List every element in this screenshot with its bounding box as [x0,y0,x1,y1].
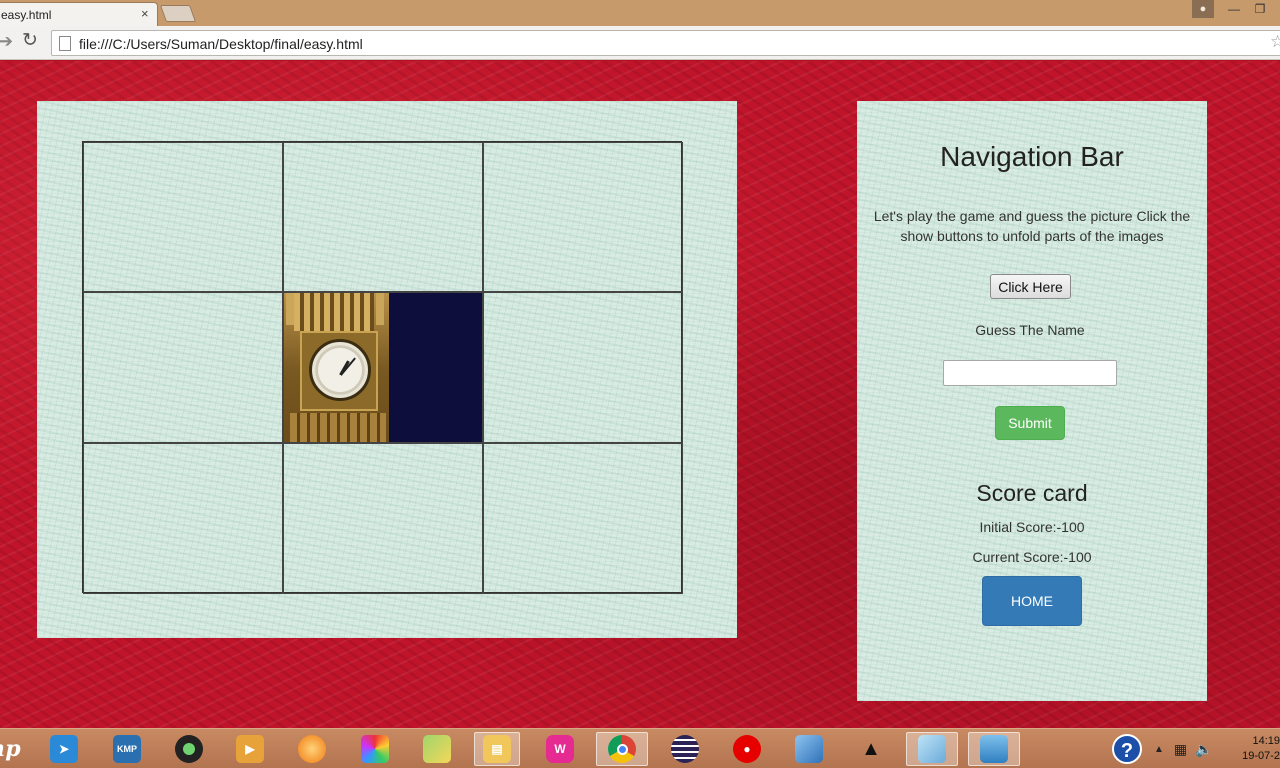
guess-name-input[interactable] [943,360,1117,386]
grid-cell-r3-c3[interactable] [483,443,683,594]
click-here-button[interactable]: Click Here [990,274,1071,299]
grid-cell-r2-c1[interactable] [83,292,283,443]
kmp-player-icon[interactable]: KMP [108,732,146,766]
virtualbox-icon[interactable] [790,732,828,766]
taskbar: hp ➤ KMP ▶ ▤ W ● ▲ [0,728,1280,768]
tab-title: easy.html [1,8,52,22]
profile-icon[interactable]: ● [1192,0,1214,18]
vodafone-icon[interactable]: ● [728,732,766,766]
reload-icon[interactable]: ↻ [22,29,38,52]
network-icon[interactable]: ▦ [1174,741,1187,758]
grid-cell-r1-c2[interactable] [283,142,483,292]
colorful-grid-app-icon[interactable] [356,732,394,766]
orange-orb-icon[interactable] [293,732,331,766]
notepad-icon[interactable] [906,732,958,766]
hp-start-icon[interactable]: hp [0,732,21,766]
forward-icon[interactable]: ➔ [0,31,13,52]
new-tab-button[interactable] [159,5,197,22]
url-text[interactable]: file:///C:/Users/Suman/Desktop/final/eas… [79,36,363,52]
clock-date: 19-07-2 [1242,750,1280,762]
eclipse-icon[interactable] [666,732,704,766]
grid-cell-r2-c2[interactable] [283,292,483,443]
grid-cell-r1-c3[interactable] [483,142,683,292]
media-player-icon[interactable]: ▶ [231,732,269,766]
grid-cell-r1-c1[interactable] [83,142,283,292]
system-tray: ? ▲ ▦ 🔈 [1112,729,1213,768]
home-button[interactable]: HOME [982,576,1082,626]
guess-label: Guess The Name [975,322,1085,338]
clock-face [309,339,371,401]
rocket-app-icon[interactable]: ➤ [45,732,83,766]
volume-icon[interactable]: 🔈 [1195,741,1212,758]
grid-cell-r3-c1[interactable] [83,443,283,594]
clock-time: 14:19 [1252,735,1280,747]
start-logo-text: hp [0,736,21,762]
initial-score: Initial Score:-100 [979,519,1085,535]
grid-cell-r2-c3[interactable] [483,292,683,443]
current-score: Current Score:-100 [972,549,1092,565]
page-icon [59,36,71,51]
file-explorer-icon[interactable]: ▤ [474,732,520,766]
webcam-icon[interactable] [170,732,208,766]
nav-description: Let's play the game and guess the pictur… [873,208,1191,244]
restore-icon[interactable]: ❐ [1248,1,1272,17]
navigation-panel: Navigation Bar Let's play the game and g… [857,101,1207,701]
notes-folders-icon[interactable] [418,732,456,766]
minimize-icon[interactable]: — [1222,1,1246,17]
puzzle-grid [82,141,683,594]
big-ben-clock-tower-icon [284,293,389,442]
submit-button[interactable]: Submit [995,406,1065,440]
help-icon[interactable]: ? [1112,734,1142,764]
tray-clock[interactable]: 14:19 19-07-2 [1238,734,1280,764]
tab-close-icon[interactable]: × [141,6,149,21]
photos-app-icon[interactable] [968,732,1020,766]
tray-expand-icon[interactable]: ▲ [1154,744,1164,755]
address-bar[interactable]: file:///C:/Users/Suman/Desktop/final/eas… [51,30,1280,56]
penguin-app-icon[interactable]: ▲ [852,732,890,766]
browser-titlebar: easy.html × ● — ❐ [0,0,1280,26]
bookmark-star-icon[interactable]: ☆ [1270,32,1280,52]
wamp-server-icon[interactable]: W [541,732,579,766]
chrome-icon[interactable] [596,732,648,766]
nav-title: Navigation Bar [940,141,1124,172]
page-background: Navigation Bar Let's play the game and g… [0,61,1280,728]
game-panel [37,101,737,638]
grid-cell-r3-c2[interactable] [283,443,483,594]
score-card-title: Score card [976,480,1088,506]
browser-toolbar: ➔ ↻ file:///C:/Users/Suman/Desktop/final… [0,26,1280,60]
browser-tab[interactable]: easy.html × [0,2,158,26]
